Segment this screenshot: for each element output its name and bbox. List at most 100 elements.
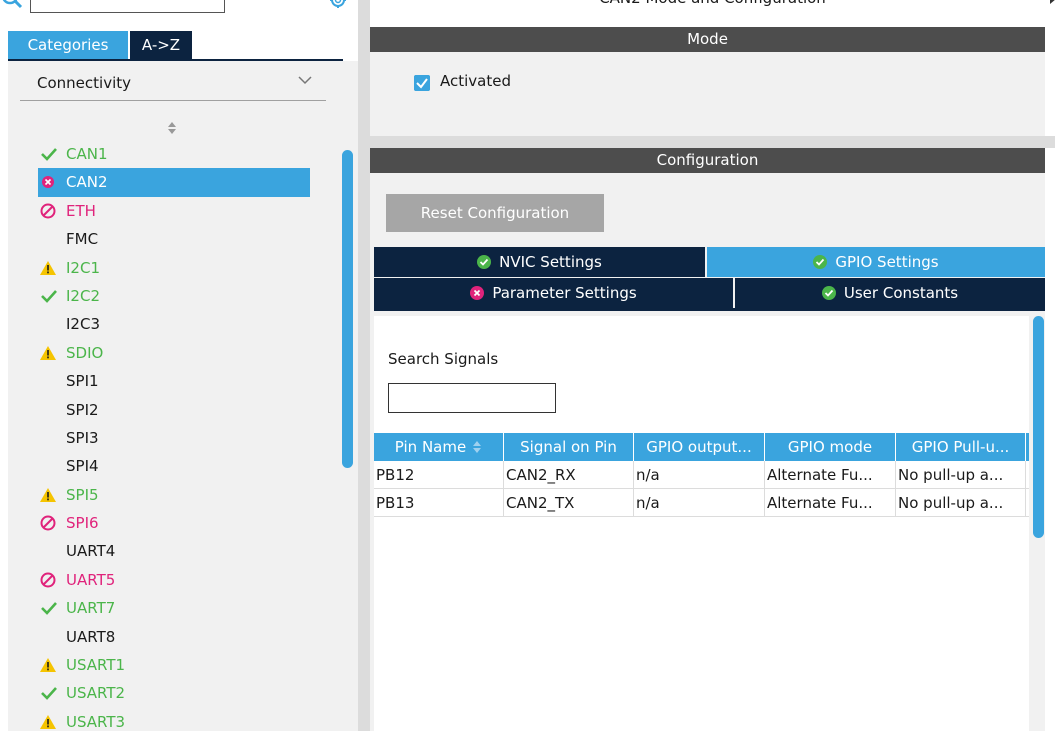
- peripheral-item-spi6[interactable]: SPI6: [38, 509, 310, 537]
- peripheral-label: SPI4: [66, 457, 99, 476]
- cell-signal: CAN2_RX: [504, 461, 634, 489]
- checkbox-checked-icon[interactable]: [414, 75, 430, 91]
- category-select[interactable]: Connectivity: [20, 67, 326, 101]
- peripheral-item-i2c3[interactable]: I2C3: [38, 310, 310, 338]
- check-circle-icon: [477, 255, 492, 269]
- peripheral-label: SPI5: [66, 485, 99, 504]
- tab-parameter-settings[interactable]: Parameter Settings: [374, 278, 733, 308]
- warning-icon: [40, 487, 56, 502]
- tab-nvic-label: NVIC Settings: [499, 253, 602, 271]
- peripheral-label: UART7: [66, 599, 116, 618]
- warning-icon: [40, 714, 56, 729]
- check-circle-icon: [821, 286, 836, 300]
- peripheral-item-can2[interactable]: CAN2: [38, 168, 310, 197]
- peripheral-item-spi3[interactable]: SPI3: [38, 424, 310, 452]
- peripheral-item-usart2[interactable]: USART2: [38, 679, 310, 707]
- peripheral-item-sdio[interactable]: SDIO: [38, 339, 310, 367]
- sort-icon[interactable]: [166, 120, 178, 136]
- cell-gpio-output: n/a: [634, 489, 765, 517]
- gear-icon[interactable]: [327, 0, 349, 14]
- peripheral-item-usart1[interactable]: USART1: [38, 651, 310, 679]
- panel-divider[interactable]: [358, 0, 370, 731]
- cell-gpio-output: n/a: [634, 461, 765, 489]
- peripheral-item-uart5[interactable]: UART5: [38, 566, 310, 594]
- checkmark-icon: [41, 290, 57, 303]
- tab-categories[interactable]: Categories: [8, 31, 128, 59]
- reset-configuration-button[interactable]: Reset Configuration: [386, 194, 604, 232]
- chevron-down-icon[interactable]: [200, 0, 214, 1]
- left-panel: Categories A->Z Connectivity CAN1 CAN2 ETH…: [0, 0, 358, 731]
- peripheral-item-can1[interactable]: CAN1: [38, 140, 310, 168]
- peripheral-label: SPI1: [66, 372, 99, 391]
- cell-pin-name: PB12: [374, 461, 504, 489]
- peripheral-item-spi2[interactable]: SPI2: [38, 396, 310, 424]
- search-input[interactable]: [30, 0, 225, 13]
- tab-nvic-settings[interactable]: NVIC Settings: [374, 247, 705, 277]
- right-scrollbar[interactable]: [1033, 316, 1044, 538]
- tabs-underline: [374, 308, 1045, 311]
- check-circle-icon: [813, 255, 828, 269]
- peripheral-label: SDIO: [66, 343, 104, 362]
- peripheral-label: USART3: [66, 712, 126, 731]
- cell-gpio-mode: Alternate Fu...: [765, 461, 896, 489]
- peripheral-item-uart4[interactable]: UART4: [38, 537, 310, 565]
- search-signals-input[interactable]: [388, 383, 556, 413]
- peripheral-item-i2c2[interactable]: I2C2: [38, 282, 310, 310]
- peripheral-label: I2C2: [66, 286, 100, 305]
- error-circle-icon: [42, 176, 54, 189]
- cell-pin-name: PB13: [374, 489, 504, 517]
- column-header-gpio-output[interactable]: GPIO output...: [634, 433, 765, 461]
- section-gap: [370, 136, 1055, 148]
- peripheral-label: UART4: [66, 542, 116, 561]
- warning-icon: [40, 260, 56, 275]
- cell-gpio-mode: Alternate Fu...: [765, 489, 896, 517]
- column-header-pin-name[interactable]: Pin Name: [374, 433, 504, 461]
- table-row[interactable]: PB13 CAN2_TX n/a Alternate Fu... No pull…: [374, 489, 1029, 517]
- peripheral-label: CAN1: [66, 145, 108, 163]
- checkmark-icon: [41, 602, 57, 616]
- prohibited-icon: [40, 572, 56, 588]
- peripheral-item-spi4[interactable]: SPI4: [38, 452, 310, 480]
- app-window: Categories A->Z Connectivity CAN1 CAN2 ETH…: [0, 0, 1055, 731]
- peripheral-item-uart7[interactable]: UART7: [38, 594, 310, 622]
- activated-label: Activated: [440, 72, 511, 90]
- peripheral-label: SPI6: [66, 514, 99, 533]
- peripheral-label: FMC: [66, 230, 99, 249]
- peripheral-item-i2c1[interactable]: I2C1: [38, 254, 310, 282]
- left-scrollbar[interactable]: [342, 150, 353, 468]
- cell-signal: CAN2_TX: [504, 489, 634, 517]
- peripheral-item-spi1[interactable]: SPI1: [38, 367, 310, 395]
- cell-gpio-pull: No pull-up a...: [896, 461, 1026, 489]
- tab-a-to-z[interactable]: A->Z: [130, 31, 192, 59]
- tab-user-constants[interactable]: User Constants: [735, 278, 1045, 308]
- peripheral-item-fmc[interactable]: FMC: [38, 225, 310, 253]
- peripheral-label: USART1: [66, 656, 126, 675]
- column-header-gpio-mode[interactable]: GPIO mode: [765, 433, 896, 461]
- peripheral-label: UART5: [66, 570, 116, 589]
- peripheral-label: SPI2: [66, 400, 99, 419]
- configuration-header: Configuration: [370, 148, 1045, 173]
- checkmark-icon: [41, 148, 57, 161]
- column-header-signal[interactable]: Signal on Pin: [504, 433, 634, 461]
- peripheral-item-uart8[interactable]: UART8: [38, 623, 310, 651]
- tab-gpio-label: GPIO Settings: [835, 253, 939, 271]
- table-row[interactable]: PB12 CAN2_RX n/a Alternate Fu... No pull…: [374, 461, 1029, 489]
- sort-icon[interactable]: [472, 440, 482, 454]
- chevron-down-icon: [298, 76, 312, 85]
- prohibited-icon: [40, 203, 56, 219]
- tab-param-label: Parameter Settings: [492, 284, 637, 302]
- tab-gpio-settings[interactable]: GPIO Settings: [707, 247, 1045, 277]
- peripheral-label: ETH: [66, 201, 96, 220]
- mode-panel: [370, 52, 1045, 136]
- peripheral-label: USART2: [66, 684, 126, 703]
- peripheral-item-eth[interactable]: ETH: [38, 197, 310, 225]
- search-icon[interactable]: [0, 0, 24, 14]
- warning-icon: [40, 658, 56, 673]
- peripheral-label: UART8: [66, 627, 116, 646]
- peripheral-item-usart3[interactable]: USART3: [38, 708, 310, 731]
- checkmark-icon: [41, 687, 57, 701]
- peripheral-label: I2C1: [66, 258, 100, 277]
- cell-gpio-pull: No pull-up a...: [896, 489, 1026, 517]
- peripheral-item-spi5[interactable]: SPI5: [38, 481, 310, 509]
- column-header-gpio-pull[interactable]: GPIO Pull-u...: [896, 433, 1026, 461]
